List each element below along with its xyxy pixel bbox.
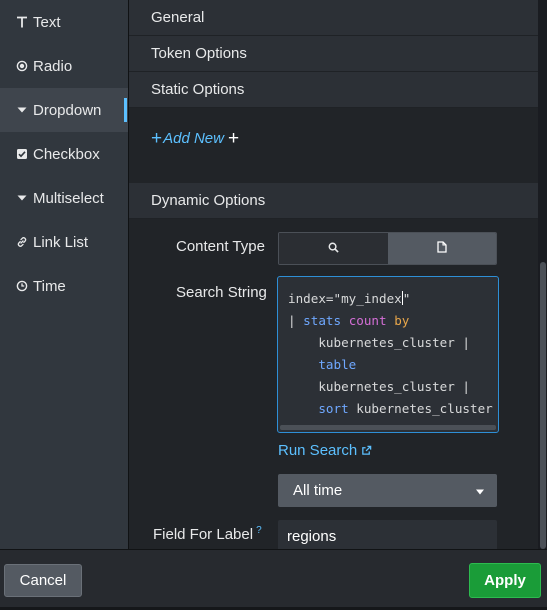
- search-icon: [328, 240, 339, 258]
- sidebar-item-label: Multiselect: [33, 189, 104, 207]
- sidebar-item-label: Checkbox: [33, 145, 100, 163]
- query-table: table: [318, 357, 357, 372]
- query-field: kubernetes_cluster |: [318, 379, 470, 394]
- sidebar-item-dropdown[interactable]: Dropdown: [0, 88, 128, 132]
- panel-vertical-scrollbar[interactable]: [540, 262, 546, 549]
- add-new-link[interactable]: + Add New +: [151, 129, 239, 148]
- clock-icon: [16, 280, 28, 292]
- sidebar-item-multiselect[interactable]: Multiselect: [0, 176, 128, 220]
- field-for-label-label: Field For Label?: [153, 525, 262, 543]
- section-dynamic-options[interactable]: Dynamic Options: [129, 183, 538, 219]
- sidebar-item-label: Radio: [33, 57, 73, 75]
- query-field: kubernetes_cluster |: [318, 335, 470, 350]
- options-panel: General Token Options Static Options + A…: [128, 0, 538, 549]
- sidebar-item-radio[interactable]: Radio: [0, 44, 128, 88]
- static-options-body: + Add New +: [129, 108, 538, 183]
- dropdown-caret-icon: [16, 104, 28, 116]
- document-icon: [437, 240, 447, 258]
- query-stats: stats: [303, 313, 342, 328]
- query-pipe: |: [288, 313, 304, 328]
- content-type-report-button[interactable]: [387, 233, 496, 264]
- sidebar-item-checkbox[interactable]: Checkbox: [0, 132, 128, 176]
- query-index: index="my_index: [288, 291, 402, 306]
- chevron-down-icon: [475, 482, 485, 499]
- radio-icon: [16, 60, 28, 72]
- multiselect-caret-icon: [16, 192, 28, 204]
- query-field: kubernetes_cluster: [348, 401, 493, 416]
- plus-icon: +: [227, 128, 240, 149]
- add-new-label: Add New: [163, 130, 224, 147]
- cancel-button[interactable]: Cancel: [4, 564, 82, 597]
- checkbox-icon: [16, 148, 28, 160]
- link-icon: [16, 236, 28, 248]
- section-title: General: [151, 9, 205, 26]
- search-string-editor[interactable]: index="my_index" | stats count by kubern…: [277, 276, 499, 433]
- apply-button[interactable]: Apply: [469, 563, 541, 598]
- query-by: by: [394, 313, 410, 328]
- sidebar-item-link-list[interactable]: Link List: [0, 220, 128, 264]
- sidebar-item-label: Link List: [33, 233, 89, 251]
- search-query-code: index="my_index" | stats count by kubern…: [288, 288, 493, 420]
- sidebar-item-time[interactable]: Time: [0, 264, 128, 308]
- editor-horizontal-scrollbar[interactable]: [280, 425, 496, 430]
- content-type-search-button[interactable]: [279, 233, 388, 264]
- external-link-icon: [361, 445, 372, 456]
- section-static-options[interactable]: Static Options: [129, 72, 538, 108]
- section-general[interactable]: General: [129, 0, 538, 36]
- query-sort: sort: [318, 401, 349, 416]
- section-title: Dynamic Options: [151, 192, 266, 209]
- dashboard-input-editor: Text Radio Dropdown Checkbox Multiselect: [0, 0, 547, 610]
- query-index-quote: ": [402, 291, 411, 306]
- sidebar-item-label: Time: [33, 277, 66, 295]
- input-type-sidebar: Text Radio Dropdown Checkbox Multiselect: [0, 0, 128, 549]
- sidebar-item-text[interactable]: Text: [0, 0, 128, 44]
- time-range-dropdown[interactable]: All time: [278, 474, 497, 507]
- plus-icon: +: [151, 128, 163, 149]
- search-string-label: Search String: [176, 284, 267, 301]
- run-search-label: Run Search: [278, 442, 358, 459]
- field-for-label-input[interactable]: regions: [278, 520, 497, 549]
- modal-footer: Cancel Apply: [0, 549, 547, 610]
- query-count: count: [348, 313, 387, 328]
- time-range-value: All time: [293, 482, 343, 499]
- section-title: Token Options: [151, 45, 247, 62]
- run-search-link[interactable]: Run Search: [278, 442, 372, 459]
- sidebar-item-label: Dropdown: [33, 101, 102, 119]
- section-title: Static Options: [151, 81, 245, 98]
- section-token-options[interactable]: Token Options: [129, 36, 538, 72]
- content-type-toggle: [278, 232, 497, 265]
- text-icon: [16, 16, 28, 28]
- field-for-label-value: regions: [287, 528, 337, 545]
- help-icon[interactable]: ?: [256, 525, 262, 536]
- content-type-label: Content Type: [176, 238, 265, 255]
- field-for-label-text: Field For Label: [153, 526, 254, 543]
- sidebar-item-label: Text: [33, 13, 61, 31]
